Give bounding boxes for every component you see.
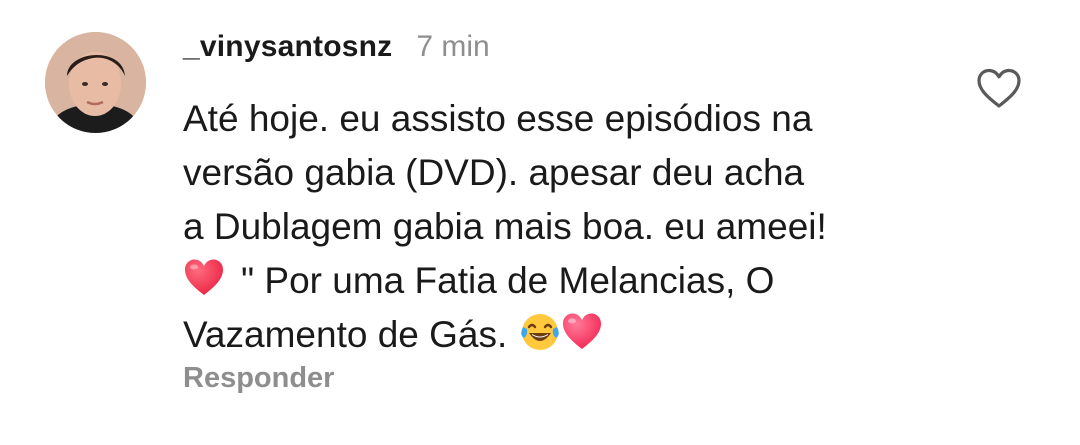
comment-line: versão gabia (DVD). apesar deu acha: [183, 152, 805, 193]
comment-line-with-emoji: " Por uma Fatia de Melancias, O: [183, 254, 943, 308]
avatar[interactable]: [45, 32, 146, 133]
face-with-tears-of-joy-emoji-icon: [519, 311, 561, 353]
username[interactable]: _vinysantosnz: [183, 30, 392, 64]
red-heart-emoji-icon: [183, 257, 225, 299]
like-button[interactable]: [976, 68, 1022, 110]
pink-heart-emoji-icon: [561, 311, 603, 353]
comment-line-text: Vazamento de Gás.: [183, 314, 508, 355]
timestamp: 7 min: [416, 30, 490, 63]
comment-item: _vinysantosnz 7 min Até hoje. eu assisto…: [0, 0, 1080, 445]
heart-outline-icon: [977, 68, 1021, 108]
reply-button[interactable]: Responder: [183, 362, 334, 395]
comment-text: Até hoje. eu assisto esse episódios na v…: [183, 92, 943, 362]
comment-line: a Dublagem gabia mais boa. eu ameei!: [183, 206, 827, 247]
comment-line: Até hoje. eu assisto esse episódios na: [183, 98, 813, 139]
comment-header: _vinysantosnz 7 min: [183, 30, 490, 74]
comment-line-text: " Por uma Fatia de Melancias, O: [241, 260, 775, 301]
avatar-image: [45, 32, 146, 133]
emoji-group: [519, 311, 603, 353]
comment-line-with-emoji: Vazamento de Gás.: [183, 308, 943, 362]
